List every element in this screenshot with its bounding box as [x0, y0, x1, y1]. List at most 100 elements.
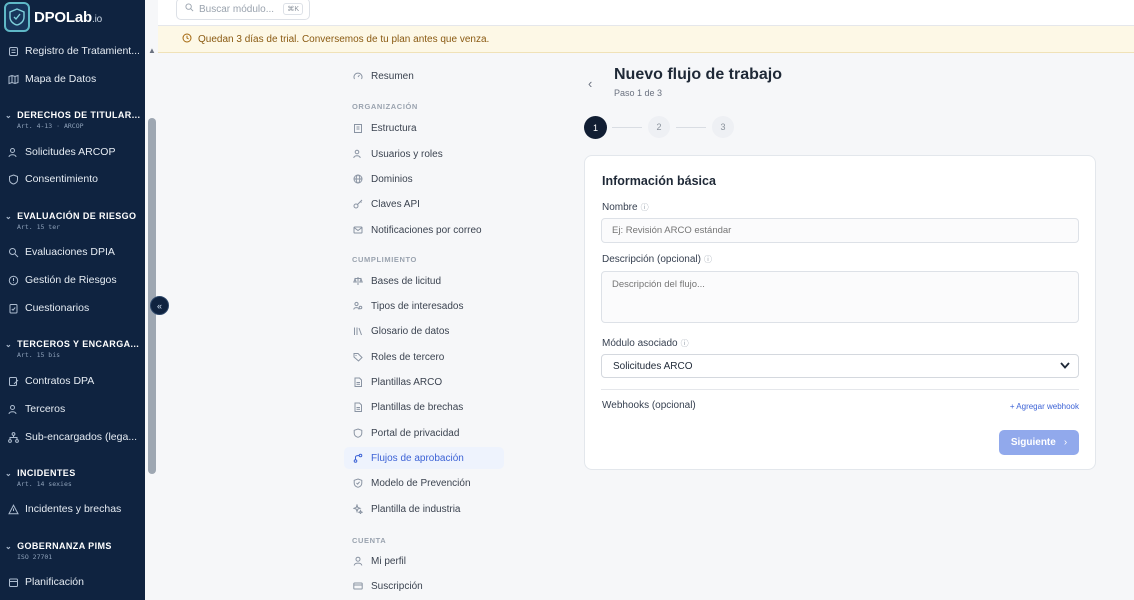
step-1: 1: [584, 116, 607, 139]
library-icon: [352, 326, 363, 337]
step-3: 3: [712, 116, 734, 138]
settings-item-label: Resumen: [371, 70, 414, 82]
sidebar-item-solicitudes-arcop[interactable]: Solicitudes ARCOP: [0, 141, 145, 163]
description-field[interactable]: [601, 271, 1079, 323]
sidebar-item-label: Evaluaciones DPIA: [25, 246, 115, 258]
info-icon[interactable]: ⓘ: [704, 255, 712, 264]
back-chevron-icon[interactable]: ‹: [588, 76, 592, 91]
settings-item-modelo-prevencion[interactable]: Modelo de Prevención: [344, 472, 504, 494]
settings-item-tipos-interesados[interactable]: Tipos de interesados: [344, 295, 504, 317]
chevron-down-icon: ⌄: [5, 541, 13, 551]
settings-item-label: Usuarios y roles: [371, 148, 443, 160]
settings-item-bases-licitud[interactable]: Bases de licitud: [344, 270, 504, 292]
credit-card-icon: [352, 581, 363, 592]
settings-item-estructura[interactable]: Estructura: [344, 117, 504, 139]
settings-item-usuarios-roles[interactable]: Usuarios y roles: [344, 143, 504, 165]
sidebar-item-sub-encargados[interactable]: Sub-encargados (lega...: [0, 426, 145, 448]
settings-item-label: Plantilla de industria: [371, 503, 461, 515]
module-select-value: Solicitudes ARCO: [613, 360, 693, 372]
settings-item-flujos-aprobacion[interactable]: Flujos de aprobación: [344, 447, 504, 469]
group-title: DERECHOS DE TITULAR...: [17, 110, 141, 120]
scale-icon: [352, 276, 363, 287]
sidebar-group-incidentes[interactable]: ⌄ INCIDENTES Art. 14 sexies: [0, 468, 145, 488]
name-field[interactable]: [601, 218, 1079, 243]
double-chevron-left-icon: «: [156, 300, 162, 311]
workflow-icon: [352, 453, 363, 464]
sidebar-group-derechos[interactable]: ⌄ DERECHOS DE TITULAR... Art. 4-13 · ARCO…: [0, 110, 145, 130]
building-icon: [352, 123, 363, 134]
key-icon: [352, 199, 363, 210]
settings-item-portal-privacidad[interactable]: Portal de privacidad: [344, 422, 504, 444]
sparkle-icon: [352, 504, 363, 515]
settings-item-suscripcion[interactable]: Suscripción: [344, 575, 504, 597]
settings-item-roles-tercero[interactable]: Roles de tercero: [344, 346, 504, 368]
trial-banner-text: Quedan 3 días de trial. Conversemos de t…: [198, 33, 490, 45]
search-icon: [185, 3, 194, 15]
group-subtitle: Art. 4-13 · ARCOP: [17, 122, 84, 130]
sidebar-item-incidentes-brechas[interactable]: Incidentes y brechas: [0, 498, 145, 520]
settings-item-mi-perfil[interactable]: Mi perfil: [344, 550, 504, 572]
page-title: Nuevo flujo de trabajo: [614, 66, 783, 83]
sidebar-item-label: Consentimiento: [25, 173, 98, 185]
settings-item-label: Glosario de datos: [371, 325, 450, 337]
section-heading: CUMPLIMIENTO: [352, 255, 417, 264]
trial-banner: Quedan 3 días de trial. Conversemos de t…: [158, 26, 1134, 53]
sidebar-group-terceros[interactable]: ⌄ TERCEROS Y ENCARGA... Art. 15 bis: [0, 339, 145, 359]
clock-icon: [182, 33, 192, 46]
sidebar-item-gestion-riesgos[interactable]: Gestión de Riesgos: [0, 269, 145, 291]
module-select[interactable]: Solicitudes ARCO: [601, 354, 1079, 378]
sidebar-item-label: Contratos DPA: [25, 375, 95, 387]
calendar-icon: [7, 576, 19, 588]
info-icon[interactable]: ⓘ: [641, 203, 649, 212]
group-title: INCIDENTES: [17, 468, 76, 478]
group-subtitle: Art. 15 ter: [17, 223, 61, 231]
chevron-down-icon: [1060, 360, 1070, 372]
scrollbar-up-arrow[interactable]: ▲: [148, 46, 156, 55]
page-subtitle: Paso 1 de 3: [614, 88, 663, 98]
chevron-down-icon: ⌄: [5, 211, 13, 221]
next-button[interactable]: Siguiente ›: [999, 430, 1079, 455]
settings-item-dominios[interactable]: Dominios: [344, 168, 504, 190]
settings-item-glosario[interactable]: Glosario de datos: [344, 320, 504, 342]
settings-item-label: Notificaciones por correo: [371, 224, 482, 236]
collapse-sidebar-button[interactable]: «: [150, 296, 169, 315]
name-label: Nombre ⓘ: [602, 202, 649, 213]
info-icon[interactable]: ⓘ: [681, 339, 689, 348]
sidebar: DPOLab.io Registro de Tratamient... Mapa…: [0, 0, 145, 600]
sidebar-group-evaluacion[interactable]: ⌄ EVALUACIÓN DE RIESGO Art. 15 ter: [0, 211, 145, 231]
sidebar-group-gobernanza[interactable]: ⌄ GOBERNANZA PIMS ISO 27701: [0, 541, 145, 561]
settings-item-resumen[interactable]: Resumen: [344, 65, 504, 87]
sidebar-item-registro[interactable]: Registro de Tratamient...: [0, 40, 145, 62]
sidebar-item-evaluaciones-dpia[interactable]: Evaluaciones DPIA: [0, 241, 145, 263]
sidebar-nav: Registro de Tratamient... Mapa de Datos …: [0, 40, 145, 600]
sidebar-item-label: Mapa de Datos: [25, 73, 97, 85]
sidebar-item-terceros[interactable]: Terceros: [0, 398, 145, 420]
search-icon: [7, 246, 19, 258]
sidebar-item-consentimiento[interactable]: Consentimiento: [0, 168, 145, 190]
search-input[interactable]: Buscar módulo... ⌘K: [176, 0, 310, 20]
module-label: Módulo asociado ⓘ: [602, 338, 689, 349]
settings-item-label: Roles de tercero: [371, 351, 445, 363]
sidebar-item-planificacion[interactable]: Planificación: [0, 571, 145, 593]
step-connector: [612, 127, 642, 128]
settings-item-claves-api[interactable]: Claves API: [344, 193, 504, 215]
settings-item-plantillas-arco[interactable]: Plantillas ARCO: [344, 371, 504, 393]
settings-item-plantillas-brechas[interactable]: Plantillas de brechas: [344, 396, 504, 418]
sidebar-item-mapa-datos[interactable]: Mapa de Datos: [0, 68, 145, 90]
settings-item-plantilla-industria[interactable]: Plantilla de industria: [344, 498, 504, 520]
sidebar-item-cuestionarios[interactable]: Cuestionarios: [0, 297, 145, 319]
sidebar-item-label: Sub-encargados (lega...: [25, 431, 138, 443]
sidebar-item-label: Terceros: [25, 403, 66, 415]
shield-check-icon: [352, 478, 363, 489]
add-webhook-link[interactable]: + Agregar webhook: [1010, 402, 1079, 411]
settings-item-notificaciones[interactable]: Notificaciones por correo: [344, 219, 504, 241]
logo[interactable]: DPOLab.io: [0, 0, 145, 34]
file-icon: [352, 402, 363, 413]
globe-icon: [352, 174, 363, 185]
settings-item-label: Claves API: [371, 198, 420, 210]
sidebar-item-contratos-dpa[interactable]: Contratos DPA: [0, 370, 145, 392]
map-icon: [7, 73, 19, 85]
settings-item-label: Flujos de aprobación: [371, 452, 464, 464]
group-subtitle: Art. 14 sexies: [17, 480, 72, 488]
divider: [601, 389, 1079, 390]
